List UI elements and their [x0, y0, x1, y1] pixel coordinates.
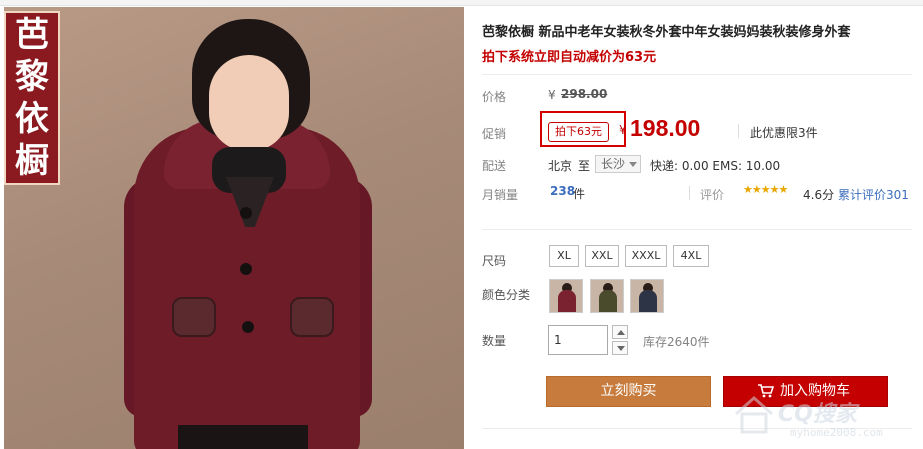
- house-logo-icon: [735, 395, 773, 434]
- promo-note: 拍下系统立即自动减价为63元: [482, 50, 657, 65]
- rating-stars-icon: ★★★★★: [743, 183, 788, 196]
- color-swatch[interactable]: [590, 279, 624, 313]
- promo-limit: 此优惠限3件: [750, 126, 818, 140]
- logo-char: 黎: [15, 57, 49, 97]
- coat-button: [240, 263, 252, 275]
- chevron-down-icon: [629, 162, 637, 167]
- swatch-coat: [599, 290, 617, 312]
- color-swatch[interactable]: [549, 279, 583, 313]
- divider: [482, 74, 912, 75]
- stock-count: 库存2640件: [643, 335, 710, 349]
- quantity-decrement-button[interactable]: [612, 341, 628, 355]
- logo-char: 依: [15, 99, 49, 139]
- swatch-coat: [639, 290, 657, 312]
- sales-label: 月销量: [482, 188, 519, 202]
- quantity-input[interactable]: 1: [548, 325, 608, 355]
- site-watermark: CQ搜家 myhome2008.com: [732, 392, 922, 449]
- buy-now-button[interactable]: 立刻购买: [546, 376, 711, 407]
- logo-char: 芭: [15, 15, 49, 55]
- ship-from: 北京: [548, 159, 573, 173]
- original-currency: ¥: [548, 88, 556, 102]
- size-option-xxxl[interactable]: XXXL: [625, 245, 667, 267]
- original-price: 298.00: [561, 87, 608, 101]
- separator: [689, 186, 690, 200]
- coat-button: [242, 321, 254, 333]
- shipping-fees: 快递: 0.00 EMS: 10.00: [650, 159, 781, 173]
- review-count-link[interactable]: 累计评价301: [838, 186, 909, 203]
- model-right-pocket: [290, 297, 334, 337]
- price-label: 价格: [482, 90, 507, 104]
- logo-char: 橱: [15, 141, 49, 181]
- size-option-4xl[interactable]: 4XL: [673, 245, 709, 267]
- promo-currency: ¥: [619, 123, 627, 137]
- divider: [482, 229, 912, 230]
- color-label: 颜色分类: [482, 288, 531, 302]
- brand-logo-banner: 芭 黎 依 橱: [4, 11, 60, 185]
- product-title: 芭黎依橱 新品中老年女装秋冬外套中年女装妈妈装秋装修身外套: [482, 25, 851, 40]
- watermark-text: CQ搜家: [778, 402, 857, 427]
- ship-to-word: 至: [578, 159, 591, 173]
- sales-count: 238: [550, 184, 576, 198]
- destination-select[interactable]: 长沙: [595, 155, 641, 173]
- model-left-pocket: [172, 297, 216, 337]
- promotion-label: 促销: [482, 127, 507, 141]
- quantity-increment-button[interactable]: [612, 325, 628, 339]
- top-border: [0, 0, 923, 6]
- color-swatch[interactable]: [630, 279, 664, 313]
- rating-score: 4.6分: [803, 188, 835, 202]
- promo-tag: 拍下63元: [548, 122, 609, 142]
- product-image[interactable]: 芭 黎 依 橱: [4, 7, 464, 449]
- separator: [738, 124, 739, 138]
- swatch-coat: [558, 290, 576, 312]
- size-label: 尺码: [482, 254, 507, 268]
- promo-price: 198.00: [630, 115, 701, 141]
- model-pants: [178, 425, 308, 449]
- shipping-label: 配送: [482, 159, 507, 173]
- size-option-xxl[interactable]: XXL: [585, 245, 619, 267]
- rating-label: 评价: [700, 188, 725, 202]
- watermark-url: myhome2008.com: [790, 426, 883, 439]
- sales-unit: 件: [573, 187, 586, 201]
- quantity-label: 数量: [482, 334, 507, 348]
- destination-value: 长沙: [601, 157, 626, 171]
- coat-button: [240, 207, 252, 219]
- size-option-xl[interactable]: XL: [549, 245, 579, 267]
- model-face: [209, 55, 289, 151]
